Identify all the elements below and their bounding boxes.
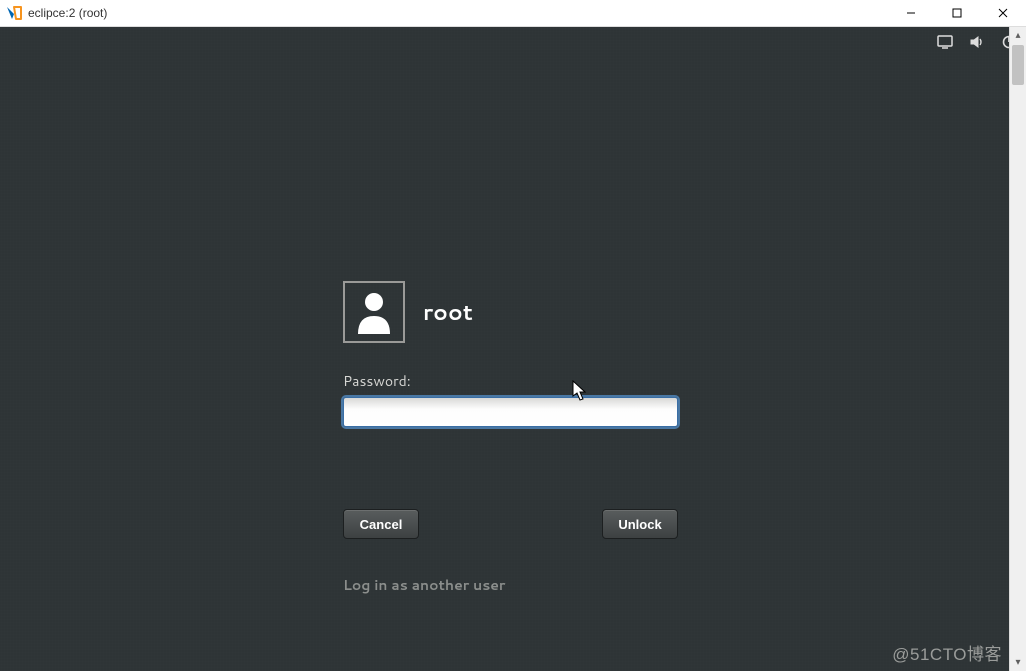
- scroll-down-icon[interactable]: ▾: [1010, 654, 1026, 671]
- display-icon[interactable]: [936, 33, 954, 51]
- close-button[interactable]: [980, 0, 1026, 27]
- password-label: Password:: [343, 371, 683, 391]
- other-user-link[interactable]: Log in as another user: [343, 575, 683, 595]
- remote-desktop: root Password: Cancel Unlock Log in as a…: [0, 27, 1026, 671]
- vnc-logo-icon: [6, 5, 22, 21]
- window-title: eclipce:2 (root): [28, 6, 107, 20]
- scroll-up-icon[interactable]: ▴: [1010, 27, 1026, 44]
- password-input[interactable]: [343, 397, 678, 427]
- cancel-button[interactable]: Cancel: [343, 509, 419, 539]
- user-row: root: [343, 281, 683, 343]
- scroll-thumb[interactable]: [1012, 45, 1024, 85]
- maximize-button[interactable]: [934, 0, 980, 27]
- watermark-text: @51CTO博客: [892, 640, 1002, 665]
- system-tray: [936, 33, 1018, 51]
- window-scrollbar[interactable]: ▴ ▾: [1009, 27, 1026, 671]
- login-panel: root Password: Cancel Unlock Log in as a…: [343, 281, 683, 595]
- minimize-button[interactable]: [888, 0, 934, 27]
- unlock-button[interactable]: Unlock: [602, 509, 678, 539]
- volume-icon[interactable]: [968, 33, 986, 51]
- username-label: root: [423, 297, 473, 328]
- avatar-icon: [343, 281, 405, 343]
- window-titlebar: eclipce:2 (root): [0, 0, 1026, 27]
